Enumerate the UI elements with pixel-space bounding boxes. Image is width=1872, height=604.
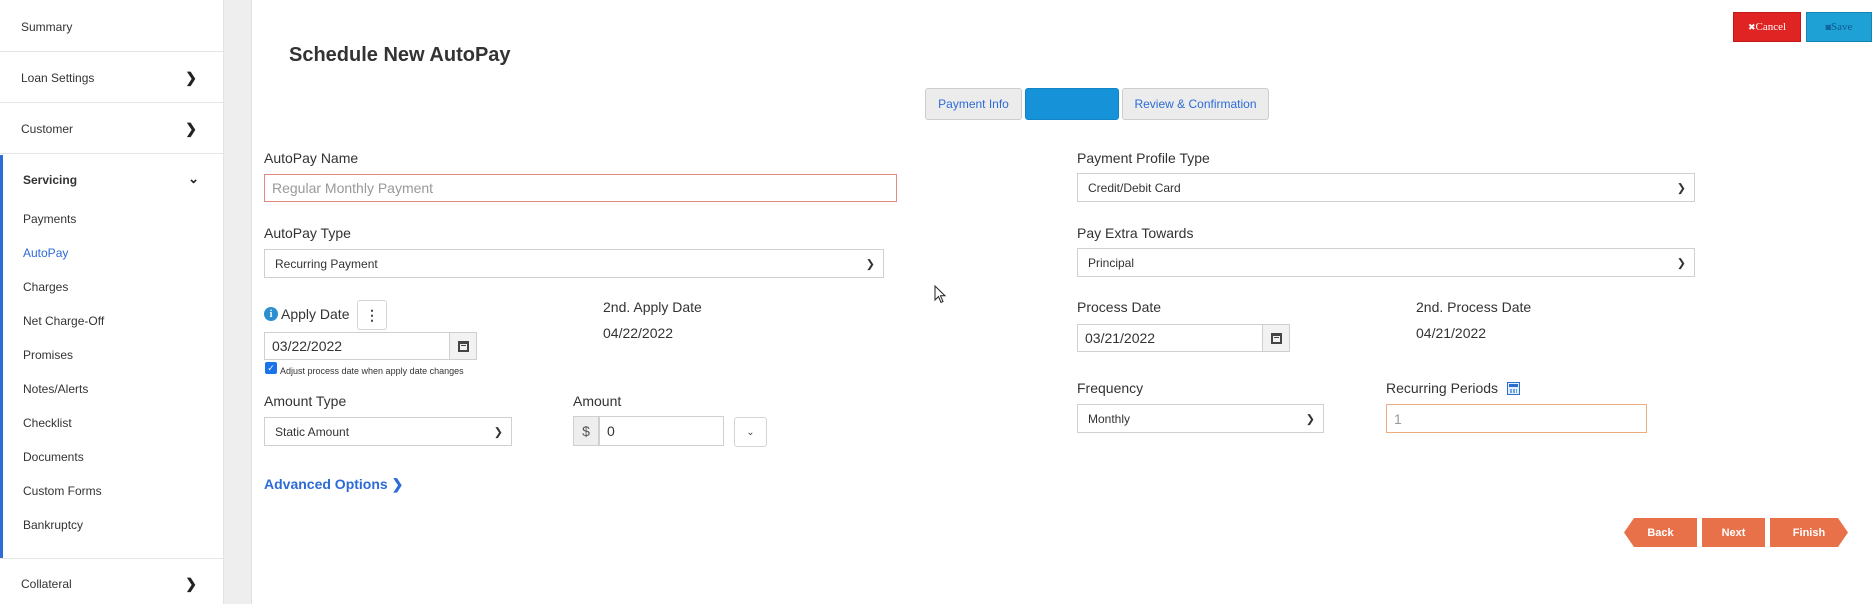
- more-options-button[interactable]: ⋮: [357, 300, 387, 330]
- sidebar-item-charges[interactable]: Charges: [23, 280, 68, 294]
- tab-configuration[interactable]: Configuration: [1025, 88, 1119, 120]
- frequency-select[interactable]: Monthly ❯: [1077, 404, 1324, 433]
- chevron-down-icon: ❯: [1676, 257, 1686, 269]
- sidebar-item-payments[interactable]: Payments: [23, 212, 76, 226]
- pay-extra-towards-label: Pay Extra Towards: [1077, 225, 1194, 241]
- payment-profile-type-value: Credit/Debit Card: [1088, 180, 1181, 195]
- sidebar-item-summary[interactable]: Summary: [0, 2, 223, 52]
- tab-payment-info[interactable]: Payment Info: [925, 88, 1022, 120]
- sidebar-item-net-charge-off[interactable]: Net Charge-Off: [23, 314, 104, 328]
- amount-dropdown-button[interactable]: ⌄: [734, 417, 767, 447]
- process-date-input[interactable]: 03/21/2022: [1077, 324, 1263, 352]
- chevron-down-icon: ❯: [1305, 413, 1315, 425]
- process-date-label: Process Date: [1077, 299, 1162, 315]
- sidebar-item-bankruptcy[interactable]: Bankruptcy: [23, 518, 83, 532]
- more-vertical-icon: ⋮: [365, 306, 379, 323]
- apply-date-label: Apply Date: [281, 306, 350, 322]
- sidebar-item-label: Customer: [21, 121, 74, 136]
- autopay-type-label: AutoPay Type: [264, 225, 351, 241]
- sidebar-group-servicing: Servicing ⌄ Payments AutoPay Charges Net…: [0, 155, 223, 559]
- back-button[interactable]: Back: [1624, 518, 1697, 547]
- sidebar-item-servicing[interactable]: Servicing: [23, 173, 77, 187]
- second-process-date-value: 04/21/2022: [1416, 325, 1487, 341]
- payment-profile-type-label: Payment Profile Type: [1077, 150, 1210, 166]
- autopay-type-select[interactable]: Recurring Payment ❯: [264, 249, 884, 278]
- sidebar-item-promises[interactable]: Promises: [23, 348, 73, 362]
- recurring-periods-label: Recurring Periods: [1386, 380, 1499, 396]
- close-icon: ✖: [1747, 21, 1756, 32]
- second-apply-date-value: 04/22/2022: [603, 325, 674, 341]
- sidebar-item-collateral[interactable]: Collateral ❯: [0, 558, 223, 604]
- sidebar-item-label: Collateral: [21, 576, 72, 591]
- sidebar-item-documents[interactable]: Documents: [23, 450, 84, 464]
- sidebar-item-loan-settings[interactable]: Loan Settings ❯: [0, 53, 223, 103]
- second-process-date-label: 2nd. Process Date: [1416, 299, 1532, 315]
- tab-review-confirmation[interactable]: Review & Confirmation: [1122, 88, 1269, 120]
- pay-extra-towards-select[interactable]: Principal ❯: [1077, 248, 1695, 277]
- sidebar-item-notes-alerts[interactable]: Notes/Alerts: [23, 382, 88, 396]
- chevron-down-icon: ⌄: [746, 426, 755, 438]
- process-date-calendar-button[interactable]: [1262, 324, 1290, 352]
- page-title: Schedule New AutoPay: [289, 44, 511, 66]
- amount-input[interactable]: 0: [599, 416, 724, 446]
- wizard-tabs: Payment Info Configuration Review & Conf…: [925, 88, 1269, 122]
- amount-type-label: Amount Type: [264, 393, 347, 409]
- save-button[interactable]: ◙ Save: [1806, 12, 1872, 42]
- amount-label: Amount: [573, 393, 622, 409]
- calendar-icon: [1270, 332, 1282, 344]
- chevron-right-icon: ❯: [391, 476, 404, 492]
- advanced-options-label: Advanced Options: [264, 476, 388, 492]
- chevron-down-icon: ❯: [493, 426, 503, 438]
- mouse-cursor-icon: [934, 285, 947, 304]
- recurring-periods-input[interactable]: 1: [1386, 404, 1647, 433]
- chevron-down-icon: ❯: [865, 258, 875, 270]
- sidebar-item-label: Loan Settings: [21, 70, 95, 85]
- chevron-down-icon[interactable]: ⌄: [188, 171, 199, 187]
- sidebar-item-checklist[interactable]: Checklist: [23, 416, 72, 430]
- sidebar-gutter: [224, 0, 252, 604]
- main-panel: Schedule New AutoPay ✖ Cancel ◙ Save Pay…: [252, 0, 1872, 604]
- second-apply-date-label: 2nd. Apply Date: [603, 299, 702, 315]
- calculator-icon[interactable]: [1507, 382, 1520, 395]
- chevron-down-icon: ❯: [1676, 182, 1686, 194]
- next-button[interactable]: Next: [1702, 518, 1765, 547]
- cancel-button-label: Cancel: [1755, 21, 1787, 33]
- apply-date-input[interactable]: 03/22/2022: [264, 332, 450, 360]
- chevron-right-icon: ❯: [185, 120, 197, 136]
- adjust-process-date-checkbox[interactable]: ✓: [265, 362, 277, 374]
- autopay-name-input[interactable]: Regular Monthly Payment: [264, 174, 897, 202]
- amount-type-value: Static Amount: [275, 424, 350, 439]
- frequency-value: Monthly: [1088, 411, 1131, 426]
- sidebar-item-label: Summary: [21, 19, 73, 34]
- autopay-type-value: Recurring Payment: [275, 256, 378, 271]
- finish-button[interactable]: Finish: [1770, 518, 1848, 547]
- autopay-name-label: AutoPay Name: [264, 150, 359, 166]
- save-button-label: Save: [1831, 21, 1853, 33]
- adjust-process-date-label: Adjust process date when apply date chan…: [280, 366, 464, 376]
- currency-addon: $: [573, 416, 599, 446]
- sidebar: Summary Loan Settings ❯ Customer ❯ Servi…: [0, 0, 224, 604]
- payment-profile-type-select[interactable]: Credit/Debit Card ❯: [1077, 173, 1695, 202]
- advanced-options-link[interactable]: Advanced Options ❯: [264, 476, 403, 493]
- sidebar-item-custom-forms[interactable]: Custom Forms: [23, 484, 102, 498]
- amount-type-select[interactable]: Static Amount ❯: [264, 417, 512, 446]
- pay-extra-towards-value: Principal: [1088, 255, 1135, 270]
- sidebar-item-customer[interactable]: Customer ❯: [0, 104, 223, 154]
- calendar-icon: [457, 340, 469, 352]
- info-icon[interactable]: i: [264, 307, 278, 321]
- chevron-right-icon: ❯: [185, 575, 197, 591]
- cancel-button[interactable]: ✖ Cancel: [1733, 12, 1801, 42]
- sidebar-item-autopay[interactable]: AutoPay: [23, 246, 68, 260]
- frequency-label: Frequency: [1077, 380, 1144, 396]
- chevron-right-icon: ❯: [185, 69, 197, 85]
- apply-date-calendar-button[interactable]: [449, 332, 477, 360]
